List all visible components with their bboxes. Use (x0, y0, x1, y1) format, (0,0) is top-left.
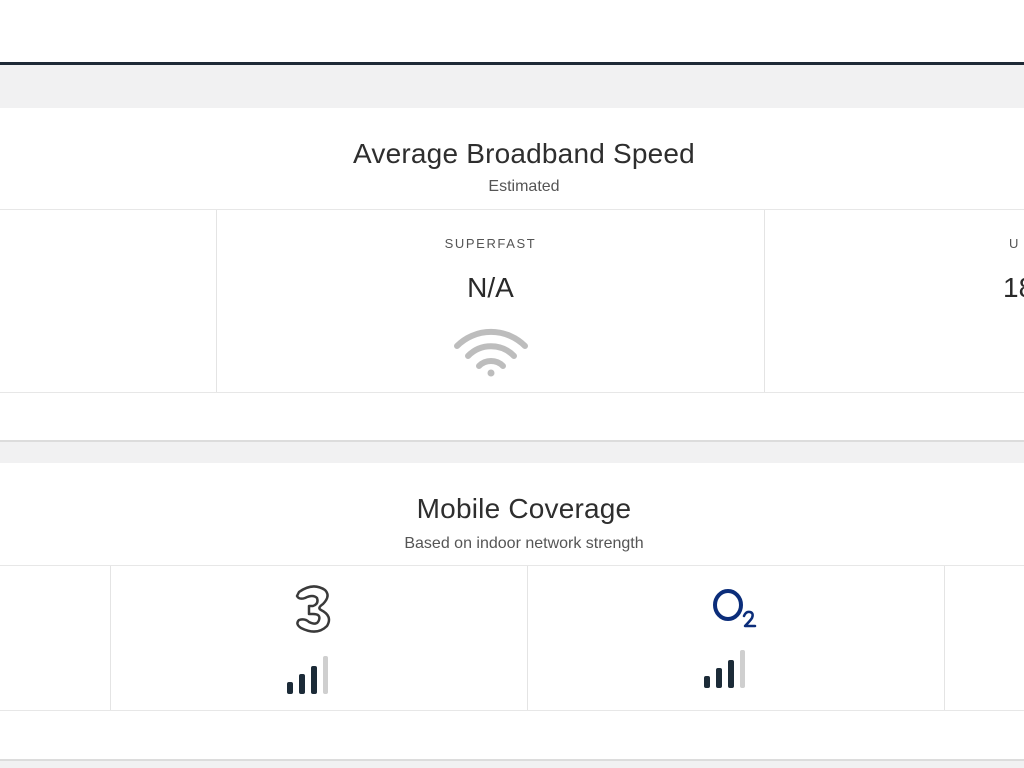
o2-logo-icon (713, 589, 757, 628)
three-logo-icon (295, 585, 331, 633)
broadband-subtitle: Estimated (488, 178, 560, 195)
mobile-operators-row (0, 565, 1024, 711)
signal-strength-icon (704, 650, 745, 688)
broadband-title: Average Broadband Speed (353, 138, 695, 169)
operator-o2-cell (528, 566, 944, 710)
signal-strength-icon (287, 656, 328, 694)
superfast-label: SUPERFAST (444, 236, 537, 251)
mobile-subtitle: Based on indoor network strength (404, 535, 644, 552)
broadband-speed-row: SUPERFAST N/A U 18 (0, 209, 1024, 393)
operator-three-cell (111, 566, 527, 710)
superfast-value: N/A (467, 272, 514, 303)
broadband-speed-panel: Average Broadband Speed Estimated SUPERF… (0, 108, 1024, 442)
ultrafast-value: 18 (1003, 272, 1024, 303)
wifi-icon (454, 328, 528, 377)
mobile-coverage-panel: Mobile Coverage Based on indoor network … (0, 463, 1024, 761)
top-header-bar (0, 0, 1024, 65)
ultrafast-label: U (1009, 236, 1020, 251)
superfast-speed-cell: SUPERFAST N/A (217, 210, 764, 392)
mobile-title: Mobile Coverage (416, 493, 632, 524)
ultrafast-speed-cell: U 18 (765, 210, 1024, 392)
column-divider (944, 566, 945, 710)
